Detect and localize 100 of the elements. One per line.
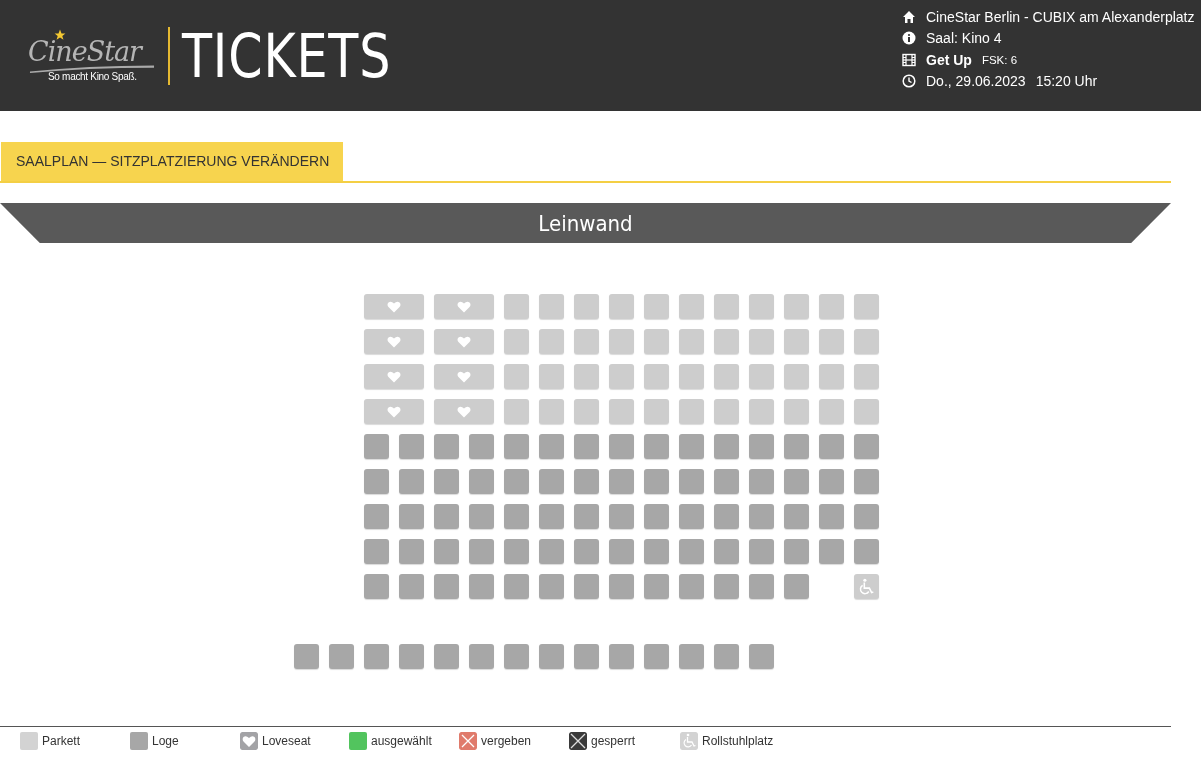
seat[interactable]: [643, 294, 669, 319]
seat[interactable]: [853, 399, 879, 424]
seat[interactable]: [783, 294, 809, 319]
seat[interactable]: [678, 434, 704, 459]
seat[interactable]: [608, 294, 634, 319]
seat[interactable]: [643, 364, 669, 389]
seat[interactable]: [643, 469, 669, 494]
seat[interactable]: [503, 469, 529, 494]
seat[interactable]: [713, 644, 739, 669]
loveseat[interactable]: [363, 329, 424, 354]
seat[interactable]: [468, 644, 494, 669]
loveseat[interactable]: [363, 399, 424, 424]
seat[interactable]: [363, 539, 389, 564]
loveseat[interactable]: [433, 329, 494, 354]
seat[interactable]: [573, 574, 599, 599]
seat[interactable]: [573, 399, 599, 424]
seat[interactable]: [818, 294, 844, 319]
seat[interactable]: [503, 364, 529, 389]
seat[interactable]: [433, 469, 459, 494]
seat[interactable]: [748, 644, 774, 669]
seat[interactable]: [818, 539, 844, 564]
seat[interactable]: [748, 329, 774, 354]
seat[interactable]: [538, 294, 564, 319]
seat[interactable]: [538, 504, 564, 529]
seat[interactable]: [643, 539, 669, 564]
seat[interactable]: [643, 504, 669, 529]
seat[interactable]: [818, 434, 844, 459]
seat[interactable]: [398, 434, 424, 459]
seat[interactable]: [398, 539, 424, 564]
seat[interactable]: [538, 644, 564, 669]
seat[interactable]: [538, 364, 564, 389]
wheelchair-seat[interactable]: [853, 574, 879, 599]
seat[interactable]: [818, 469, 844, 494]
seat[interactable]: [433, 574, 459, 599]
seat[interactable]: [363, 504, 389, 529]
seat[interactable]: [573, 469, 599, 494]
seat[interactable]: [433, 644, 459, 669]
seat[interactable]: [538, 539, 564, 564]
seat[interactable]: [433, 539, 459, 564]
seat[interactable]: [608, 434, 634, 459]
seat[interactable]: [678, 294, 704, 319]
seat[interactable]: [503, 504, 529, 529]
seat[interactable]: [678, 644, 704, 669]
seat[interactable]: [293, 644, 319, 669]
seat[interactable]: [748, 364, 774, 389]
seat[interactable]: [573, 504, 599, 529]
seat[interactable]: [853, 434, 879, 459]
seat[interactable]: [503, 294, 529, 319]
seat[interactable]: [608, 644, 634, 669]
seat[interactable]: [748, 539, 774, 564]
seat[interactable]: [433, 504, 459, 529]
seat[interactable]: [853, 294, 879, 319]
seat[interactable]: [538, 469, 564, 494]
seat[interactable]: [328, 644, 354, 669]
seat[interactable]: [678, 539, 704, 564]
seat[interactable]: [363, 574, 389, 599]
seat[interactable]: [713, 539, 739, 564]
seat[interactable]: [748, 399, 774, 424]
seat[interactable]: [468, 574, 494, 599]
seat[interactable]: [748, 434, 774, 459]
seat[interactable]: [818, 504, 844, 529]
seat[interactable]: [783, 469, 809, 494]
seat[interactable]: [503, 574, 529, 599]
seat[interactable]: [713, 364, 739, 389]
seat[interactable]: [643, 399, 669, 424]
seat[interactable]: [573, 539, 599, 564]
seat[interactable]: [363, 644, 389, 669]
seat[interactable]: [398, 504, 424, 529]
seat[interactable]: [783, 364, 809, 389]
seat[interactable]: [713, 574, 739, 599]
seat[interactable]: [398, 574, 424, 599]
seat[interactable]: [853, 504, 879, 529]
seat[interactable]: [608, 329, 634, 354]
seat[interactable]: [783, 329, 809, 354]
seat[interactable]: [643, 434, 669, 459]
seat[interactable]: [363, 469, 389, 494]
seat[interactable]: [608, 469, 634, 494]
seat[interactable]: [503, 329, 529, 354]
seat[interactable]: [398, 644, 424, 669]
seat[interactable]: [818, 364, 844, 389]
seat[interactable]: [538, 329, 564, 354]
seat[interactable]: [818, 399, 844, 424]
seat[interactable]: [573, 294, 599, 319]
loveseat[interactable]: [363, 364, 424, 389]
seat[interactable]: [643, 574, 669, 599]
loveseat[interactable]: [433, 294, 494, 319]
seat[interactable]: [643, 644, 669, 669]
seat[interactable]: [608, 364, 634, 389]
seat[interactable]: [783, 399, 809, 424]
seat[interactable]: [853, 539, 879, 564]
seat[interactable]: [503, 539, 529, 564]
seating-plan-tab[interactable]: SAALPLAN — SITZPLATZIERUNG VERÄNDERN: [1, 142, 344, 181]
seat[interactable]: [678, 329, 704, 354]
seat[interactable]: [713, 399, 739, 424]
seat[interactable]: [573, 434, 599, 459]
seat[interactable]: [853, 469, 879, 494]
seat[interactable]: [643, 329, 669, 354]
seat[interactable]: [608, 539, 634, 564]
seat[interactable]: [853, 329, 879, 354]
seat[interactable]: [573, 364, 599, 389]
